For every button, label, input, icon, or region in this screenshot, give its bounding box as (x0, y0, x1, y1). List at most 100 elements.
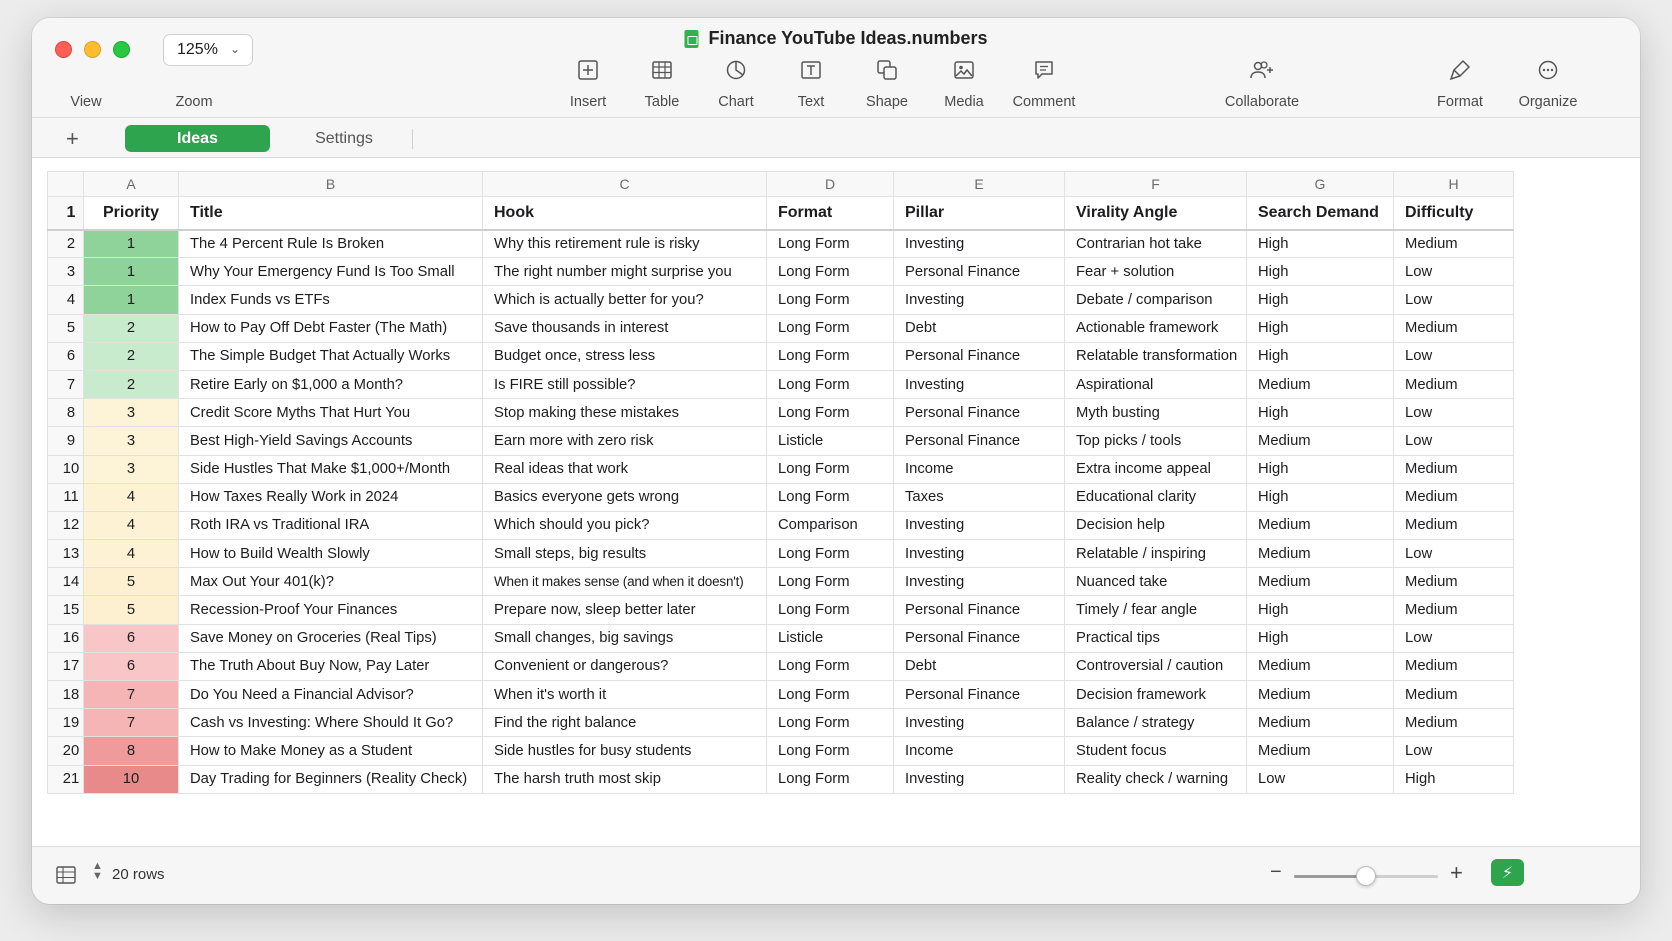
cell-hook[interactable]: Is FIRE still possible? (482, 369, 767, 400)
cell-virality-angle[interactable]: Top picks / tools (1064, 426, 1247, 456)
header-cell-search-demand[interactable]: Search Demand (1246, 196, 1394, 231)
cell-title[interactable]: How to Make Money as a Student (178, 736, 483, 766)
cell-virality-angle[interactable]: Contrarian hot take (1064, 228, 1247, 259)
cell-pillar[interactable]: Personal Finance (893, 341, 1065, 371)
cell-hook[interactable]: Real ideas that work (482, 454, 767, 484)
zoom-dropdown[interactable]: 125% ⌄ (163, 34, 253, 66)
close-window-button[interactable] (55, 41, 72, 58)
row-number[interactable]: 4 (47, 285, 84, 315)
cell-search-demand[interactable]: High (1246, 341, 1394, 371)
cell-priority[interactable]: 10 (83, 764, 179, 794)
cell-title[interactable]: The Simple Budget That Actually Works (178, 341, 483, 371)
cell-virality-angle[interactable]: Fear + solution (1064, 257, 1247, 287)
column-header-f[interactable]: F (1064, 171, 1247, 197)
cell-priority[interactable]: 2 (83, 313, 179, 343)
cell-priority[interactable]: 1 (83, 228, 179, 259)
cell-virality-angle[interactable]: Relatable / inspiring (1064, 539, 1247, 569)
row-number[interactable]: 1 (47, 196, 84, 231)
column-header-c[interactable]: C (482, 171, 767, 197)
cell-hook[interactable]: Small steps, big results (482, 539, 767, 569)
cell-difficulty[interactable]: Medium (1393, 482, 1514, 512)
rows-stepper-icon[interactable]: ▲ ▼ (92, 861, 103, 882)
cell-priority[interactable]: 1 (83, 257, 179, 287)
cell-search-demand[interactable]: High (1246, 313, 1394, 343)
add-sheet-button[interactable]: + (66, 126, 79, 152)
header-cell-title[interactable]: Title (178, 196, 483, 231)
cell-difficulty[interactable]: Medium (1393, 651, 1514, 682)
cell-pillar[interactable]: Debt (893, 313, 1065, 343)
cell-hook[interactable]: Which is actually better for you? (482, 285, 767, 315)
cell-pillar[interactable]: Investing (893, 285, 1065, 315)
cell-hook[interactable]: Convenient or dangerous? (482, 651, 767, 682)
cell-difficulty[interactable]: Low (1393, 426, 1514, 456)
cell-hook[interactable]: When it makes sense (and when it doesn't… (482, 567, 767, 597)
cell-pillar[interactable]: Taxes (893, 482, 1065, 512)
tab-settings[interactable]: Settings (294, 125, 394, 152)
cell-title[interactable]: Side Hustles That Make $1,000+/Month (178, 454, 483, 484)
cell-hook[interactable]: Find the right balance (482, 708, 767, 738)
cell-search-demand[interactable]: Medium (1246, 651, 1394, 682)
cell-difficulty[interactable]: Medium (1393, 369, 1514, 400)
cell-priority[interactable]: 2 (83, 341, 179, 371)
cell-pillar[interactable]: Investing (893, 567, 1065, 597)
cell-search-demand[interactable]: Medium (1246, 369, 1394, 400)
column-header-e[interactable]: E (893, 171, 1065, 197)
row-number[interactable]: 5 (47, 313, 84, 343)
cell-virality-angle[interactable]: Actionable framework (1064, 313, 1247, 343)
cell-search-demand[interactable]: High (1246, 257, 1394, 287)
cell-hook[interactable]: When it's worth it (482, 679, 767, 710)
cell-format[interactable]: Long Form (766, 257, 894, 287)
cell-difficulty[interactable]: Low (1393, 398, 1514, 428)
grid-corner[interactable] (47, 171, 84, 197)
cell-hook[interactable]: Save thousands in interest (482, 313, 767, 343)
cell-format[interactable]: Comparison (766, 510, 894, 541)
cell-hook[interactable]: Budget once, stress less (482, 341, 767, 371)
cell-title[interactable]: Max Out Your 401(k)? (178, 567, 483, 597)
cell-difficulty[interactable]: Low (1393, 623, 1514, 653)
cell-title[interactable]: Roth IRA vs Traditional IRA (178, 510, 483, 541)
cell-priority[interactable]: 5 (83, 567, 179, 597)
cell-title[interactable]: How Taxes Really Work in 2024 (178, 482, 483, 512)
cell-format[interactable]: Long Form (766, 595, 894, 625)
row-number[interactable]: 15 (47, 595, 84, 625)
cell-virality-angle[interactable]: Nuanced take (1064, 567, 1247, 597)
cell-difficulty[interactable]: Low (1393, 341, 1514, 371)
cell-search-demand[interactable]: High (1246, 454, 1394, 484)
cell-priority[interactable]: 5 (83, 595, 179, 625)
cell-difficulty[interactable]: Low (1393, 257, 1514, 287)
cell-virality-angle[interactable]: Practical tips (1064, 623, 1247, 653)
cell-format[interactable]: Listicle (766, 623, 894, 653)
row-number[interactable]: 10 (47, 454, 84, 484)
cell-title[interactable]: Retire Early on $1,000 a Month? (178, 369, 483, 400)
cell-pillar[interactable]: Debt (893, 651, 1065, 682)
cell-priority[interactable]: 3 (83, 398, 179, 428)
cell-title[interactable]: Why Your Emergency Fund Is Too Small (178, 257, 483, 287)
zoom-slider-handle[interactable] (1356, 866, 1376, 886)
format-button[interactable]: Format (1415, 59, 1505, 110)
cell-format[interactable]: Long Form (766, 341, 894, 371)
cell-difficulty[interactable]: Medium (1393, 708, 1514, 738)
cell-difficulty[interactable]: Medium (1393, 595, 1514, 625)
cell-difficulty[interactable]: Low (1393, 285, 1514, 315)
row-number[interactable]: 3 (47, 257, 84, 287)
cell-priority[interactable]: 3 (83, 454, 179, 484)
cell-format[interactable]: Long Form (766, 764, 894, 794)
cell-format[interactable]: Long Form (766, 651, 894, 682)
cell-virality-angle[interactable]: Debate / comparison (1064, 285, 1247, 315)
header-cell-format[interactable]: Format (766, 196, 894, 231)
cell-difficulty[interactable]: Medium (1393, 313, 1514, 343)
cell-format[interactable]: Long Form (766, 313, 894, 343)
cell-difficulty[interactable]: Medium (1393, 567, 1514, 597)
cell-hook[interactable]: Basics everyone gets wrong (482, 482, 767, 512)
cell-search-demand[interactable]: High (1246, 482, 1394, 512)
cell-priority[interactable]: 3 (83, 426, 179, 456)
row-number[interactable]: 6 (47, 341, 84, 371)
cell-priority[interactable]: 1 (83, 285, 179, 315)
row-number[interactable]: 9 (47, 426, 84, 456)
column-header-g[interactable]: G (1246, 171, 1394, 197)
row-number[interactable]: 14 (47, 567, 84, 597)
cell-title[interactable]: Index Funds vs ETFs (178, 285, 483, 315)
cell-format[interactable]: Long Form (766, 398, 894, 428)
quick-action-button[interactable]: ⚡ (1491, 859, 1524, 886)
zoom-in-button[interactable]: + (1450, 860, 1463, 886)
